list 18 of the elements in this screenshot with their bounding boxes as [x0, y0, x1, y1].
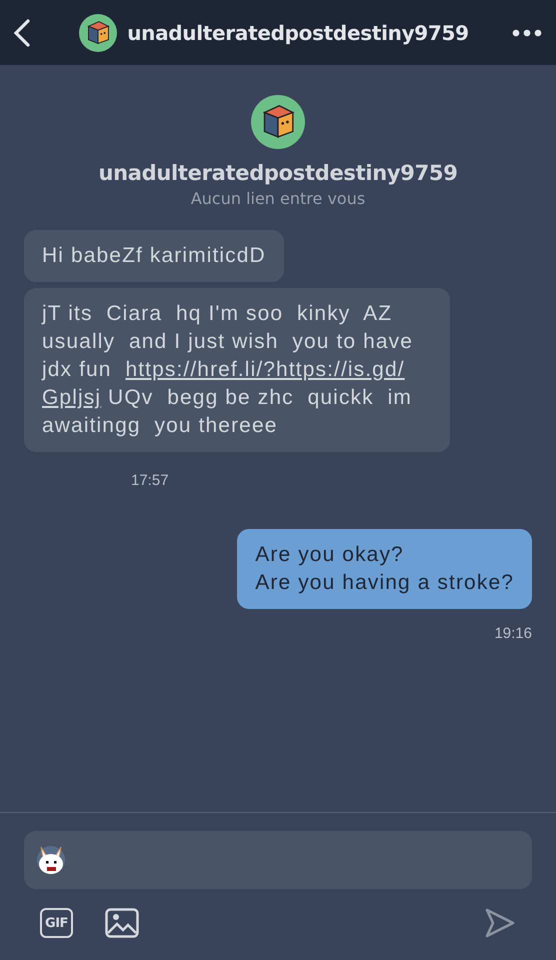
image-button[interactable] — [105, 908, 139, 938]
avatar-icon — [251, 95, 305, 149]
message-bubble: Are you okay? Are you having a stroke? — [237, 529, 532, 609]
bunny-avatar-icon — [36, 844, 66, 876]
avatar-icon — [79, 14, 118, 52]
message-time: 17:57 — [131, 472, 169, 489]
more-button[interactable] — [512, 28, 542, 36]
message-bubble: Hi babeZf karimiticdD — [24, 230, 284, 282]
profile-name: unadulteratedpostdestiny9759 — [98, 161, 458, 185]
header-title: unadulteratedpostdestiny9759 — [127, 20, 469, 44]
message-link[interactable]: Gpljsj — [42, 384, 102, 412]
message-field[interactable] — [24, 831, 532, 889]
message-link[interactable]: https://href.li/?https://is.gd/ — [125, 356, 405, 384]
profile-subtitle: Aucun lien entre vous — [190, 189, 366, 208]
gif-button[interactable]: GIF — [40, 908, 73, 938]
message-time: 19:16 — [494, 625, 532, 642]
message-bubble: jT its Ciara hq I'm soo kinky AZ usually and I just wish you to have jdx fun https://href.li/?https://is.gd/ Gpljsj UQv begg be zhc quickk im awaitingg you thereee — [24, 288, 450, 452]
send-button[interactable] — [484, 907, 516, 939]
